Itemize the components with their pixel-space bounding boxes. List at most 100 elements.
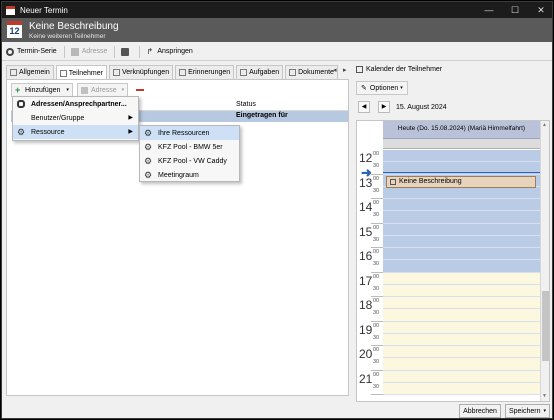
time-slot[interactable] [383, 297, 540, 310]
hour-label: 16 [359, 249, 373, 263]
scroll-up-icon[interactable]: ▲ [542, 122, 547, 128]
time-slot[interactable] [383, 223, 540, 236]
dialog-buttons: Abbrechen Speichern ▾ [2, 403, 552, 418]
appointment-block[interactable]: Keine Beschreibung [386, 175, 536, 188]
tab-dokumente[interactable]: Dokumente [285, 65, 338, 79]
row-status: Eingetragen für [236, 112, 288, 119]
time-slot[interactable] [383, 284, 540, 297]
half-hour-label: 30 [373, 187, 380, 194]
link-icon [113, 69, 120, 76]
hour-divider [371, 271, 383, 273]
chevron-down-icon: ▾ [543, 408, 547, 414]
time-slot[interactable] [383, 260, 540, 273]
time-slot[interactable] [383, 272, 540, 285]
time-slot[interactable] [383, 248, 540, 261]
tab-erinnerungen[interactable]: Erinnerungen [175, 65, 235, 79]
menu-item-resource[interactable]: ⚙ Ressource ▶ [13, 125, 138, 139]
address-button[interactable]: Adresse [70, 47, 107, 56]
minute-label: 00 [373, 151, 380, 157]
time-slot[interactable] [383, 211, 540, 224]
hour-label: 20 [359, 347, 373, 361]
series-label: Termin-Serie [17, 48, 57, 55]
participant-address-label: Adresse [90, 86, 117, 94]
current-time-line [383, 172, 540, 174]
hour-divider [371, 320, 383, 322]
remove-icon[interactable] [136, 89, 145, 91]
calendar-icon: 12 [7, 21, 22, 38]
time-slot[interactable] [383, 150, 540, 163]
time-slot[interactable] [383, 186, 540, 199]
printer-icon [121, 47, 130, 56]
main-toolbar: Termin-Serie Adresse ↱ Anspringen [2, 43, 552, 61]
time-slot[interactable] [383, 321, 540, 334]
half-hour-label: 30 [373, 212, 380, 218]
minimize-icon[interactable]: — [476, 2, 502, 18]
menu-item-label: Ihre Ressourcen [158, 129, 210, 137]
close-icon[interactable]: ✕ [528, 2, 552, 18]
participant-calendar-panel: Kalender der Teilnehmer ✎ Optionen ▾ ◀ ▶… [354, 62, 550, 403]
time-slot[interactable] [383, 358, 540, 371]
calendar-app-icon [6, 5, 15, 15]
appointment-title: Keine Beschreibung [29, 21, 119, 32]
tab-scroll-right-icon[interactable]: ▸ [343, 66, 347, 74]
window-controls: — ☐ ✕ [476, 2, 552, 18]
chevron-down-icon: ▾ [121, 87, 125, 93]
calendar-scrollbar[interactable]: ▲ ▼ [540, 121, 549, 401]
tab-teilnehmer[interactable]: Teilnehmer [55, 65, 107, 80]
hour-label: 14 [359, 200, 373, 214]
hour-divider [371, 394, 383, 395]
time-slot[interactable] [383, 382, 540, 395]
chevron-down-icon: ▾ [66, 87, 69, 93]
menu-item-meeting-room[interactable]: ⚙ Meetingraum [140, 168, 239, 182]
plus-icon: + [15, 84, 21, 95]
prev-day-button[interactable]: ◀ [358, 101, 370, 113]
menu-item-label: Benutzer/Gruppe [31, 114, 85, 122]
maximize-icon[interactable]: ☐ [502, 2, 528, 18]
day-column[interactable]: Heute (Do. 15.08.2024) (Mariä Himmelfahr… [383, 121, 540, 401]
submenu-arrow-icon: ▶ [128, 115, 133, 121]
minute-label: 00 [373, 249, 380, 255]
next-day-button[interactable]: ▶ [378, 101, 390, 113]
time-slot[interactable] [383, 235, 540, 248]
scroll-thumb[interactable] [542, 291, 549, 361]
half-hour-label: 30 [373, 236, 380, 243]
contacts-icon [17, 100, 25, 108]
current-date: 15. August 2024 [396, 104, 447, 111]
tab-aufgaben[interactable]: Aufgaben [236, 65, 284, 79]
menu-item-caddy[interactable]: ⚙ KFZ Pool - VW Caddy [140, 154, 239, 168]
minute-label: 00 [373, 371, 380, 378]
save-label: Speichern [508, 407, 541, 415]
print-button[interactable] [121, 47, 132, 56]
participant-address-button[interactable]: Adresse ▾ [76, 83, 129, 97]
time-slot[interactable] [383, 346, 540, 359]
menu-item-label: KFZ Pool - VW Caddy [158, 157, 227, 165]
jump-button[interactable]: ↱ Anspringen [146, 47, 192, 56]
cancel-button[interactable]: Abbrechen [459, 404, 501, 418]
tab-verknuepfungen[interactable]: Verknüpfungen [109, 65, 174, 79]
menu-item-bmw[interactable]: ⚙ KFZ Pool - BMW 5er [140, 140, 239, 154]
tab-scroll-left-icon[interactable]: ◂ [333, 66, 337, 74]
all-day-area[interactable] [383, 139, 540, 149]
save-button[interactable]: Speichern ▾ [505, 404, 550, 418]
time-slot[interactable] [383, 370, 540, 383]
title-bar: Neuer Termin — ☐ ✕ [2, 2, 552, 18]
menu-item-own-resources[interactable]: ⚙ Ihre Ressourcen [140, 126, 239, 140]
participants-icon [59, 69, 67, 77]
tab-label: Dokumente [298, 69, 334, 76]
hour-label: 15 [359, 224, 373, 239]
add-button[interactable]: + Hinzufügen ▾ [11, 83, 73, 97]
toolbar-divider [139, 45, 141, 58]
menu-item-user-group[interactable]: Benutzer/Gruppe ▶ [13, 111, 138, 125]
day-header[interactable]: Heute (Do. 15.08.2024) (Mariä Himmelfahr… [383, 121, 540, 139]
tab-allgemein[interactable]: Allgemein [6, 65, 54, 79]
status-column-header[interactable]: Status [236, 101, 256, 108]
menu-item-addresses[interactable]: Adressen/Ansprechpartner... [13, 97, 138, 111]
half-hour-label: 30 [373, 310, 380, 316]
tab-label: Erinnerungen [188, 69, 231, 76]
series-button[interactable]: Termin-Serie [6, 47, 57, 56]
time-slot[interactable] [383, 199, 540, 212]
time-slot[interactable] [383, 309, 540, 322]
time-slot[interactable] [383, 333, 540, 346]
scroll-down-icon[interactable]: ▼ [542, 393, 547, 399]
options-button[interactable]: ✎ Optionen ▾ [356, 81, 408, 95]
